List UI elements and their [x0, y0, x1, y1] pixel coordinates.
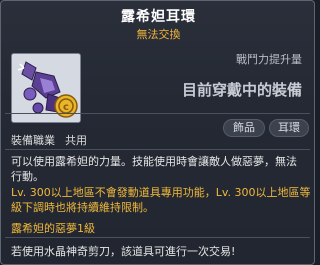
item-tooltip: 露希妲耳環 無法交換 c 戰鬥力提升量 目前穿戴中的裝備 裝備職業 共用 飾品 … [0, 0, 315, 265]
job-value: 共用 [65, 134, 87, 147]
potential-name: 露希妲的惡夢1級 [11, 222, 95, 235]
scissors-note: 若使用水晶神奇剪刀，該道具可進行一次交易! [11, 245, 236, 258]
job-label: 裝備職業 [11, 134, 55, 147]
equipped-status-label: 目前穿戴中的裝備 [181, 81, 302, 99]
divider [5, 113, 310, 114]
category-tag: 飾品 [223, 119, 265, 137]
power-increase-label: 戰鬥力提升量 [236, 53, 302, 66]
level-restriction-text: Lv. 300以上地區不會發動道具專用功能，Lv. 300以上地區等級下調時也將… [11, 186, 311, 214]
divider [5, 237, 310, 238]
trade-status: 無法交換 [136, 28, 181, 41]
divider [5, 149, 310, 150]
item-name: 露希妲耳環 [121, 9, 196, 25]
svg-text:c: c [63, 102, 69, 113]
type-tag: 耳環 [269, 119, 309, 137]
item-description: 可以使用露希妲的力量。技能使用時會讓敵人做惡夢，無法行動。 [11, 155, 297, 183]
